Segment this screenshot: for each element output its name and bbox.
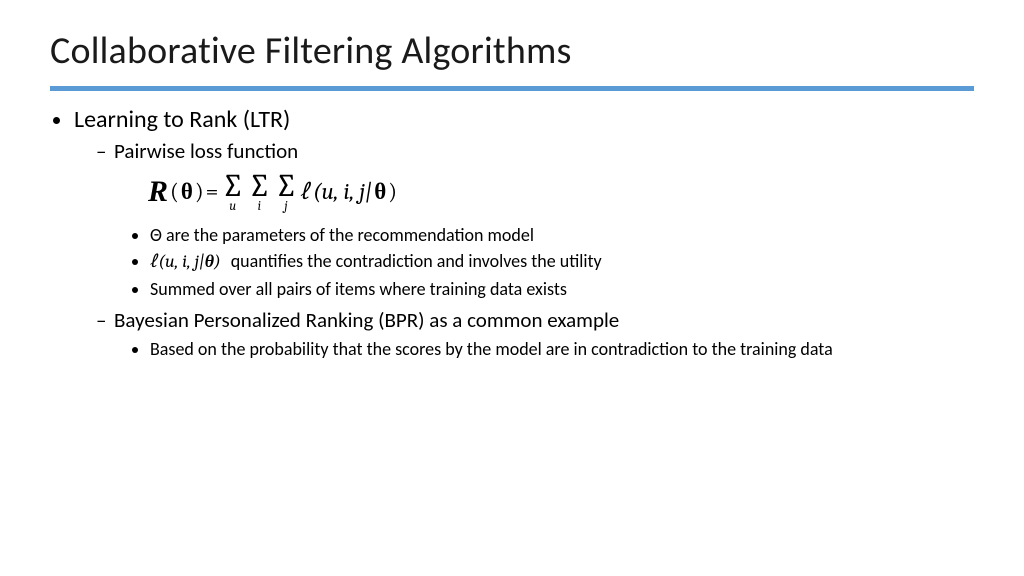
sigma-icon: ∑ bbox=[221, 170, 244, 202]
formula-eq: = bbox=[206, 178, 219, 205]
formula-R: R bbox=[148, 175, 168, 209]
l3a-item-ell-text: quantifies the contradiction and involve… bbox=[231, 250, 602, 272]
formula-args: (u, i, j| bbox=[313, 178, 372, 205]
formula-rparen: ) bbox=[195, 178, 204, 205]
sum-sub-i: i bbox=[258, 200, 261, 213]
l2-label-bpr: Bayesian Personalized Ranking (BPR) as a… bbox=[114, 307, 619, 333]
formula-theta2: θ bbox=[374, 178, 386, 205]
slide-title: Collaborative Filtering Algorithms bbox=[50, 28, 974, 74]
bullet-list-level3b: Based on the probability that the scores… bbox=[114, 337, 974, 361]
l2-item-bpr: Bayesian Personalized Ranking (BPR) as a… bbox=[96, 307, 974, 361]
title-divider bbox=[50, 86, 974, 91]
formula-close: ) bbox=[388, 178, 397, 205]
slide: Collaborative Filtering Algorithms Learn… bbox=[0, 0, 1024, 576]
sum-j: ∑ j bbox=[275, 170, 298, 213]
sum-sub-j: j bbox=[284, 200, 287, 213]
inline-ell-term: ℓ(u, i, j|θ) bbox=[150, 251, 231, 272]
formula-ell: ℓ bbox=[300, 178, 311, 205]
l3b-item-prob: Based on the probability that the scores… bbox=[150, 337, 974, 361]
inline-theta: θ bbox=[205, 251, 214, 272]
l2-item-pairwise: Pairwise loss function R ( θ ) = ∑ u ∑ bbox=[96, 138, 974, 301]
bullet-list-level3a: Θ are the parameters of the recommendati… bbox=[114, 223, 974, 301]
sum-sub-u: u bbox=[229, 200, 236, 213]
formula-theta: θ bbox=[181, 178, 193, 205]
formula-lparen: ( bbox=[170, 178, 179, 205]
sum-u: ∑ u bbox=[221, 170, 244, 213]
sigma-icon: ∑ bbox=[275, 170, 298, 202]
l1-item-label: Learning to Rank (LTR) bbox=[74, 105, 290, 134]
formula-risk: R ( θ ) = ∑ u ∑ i bbox=[148, 170, 974, 213]
l3a-item-params: Θ are the parameters of the recommendati… bbox=[150, 223, 974, 247]
bullet-list-level1: Learning to Rank (LTR) Pairwise loss fun… bbox=[50, 105, 974, 361]
bullet-list-level2: Pairwise loss function R ( θ ) = ∑ u ∑ bbox=[74, 138, 974, 361]
l1-item-ltr: Learning to Rank (LTR) Pairwise loss fun… bbox=[74, 105, 974, 361]
l3a-item-summed: Summed over all pairs of items where tra… bbox=[150, 277, 974, 301]
sigma-icon: ∑ bbox=[248, 170, 271, 202]
l2-label: Pairwise loss function bbox=[114, 138, 298, 164]
sum-i: ∑ i bbox=[248, 170, 271, 213]
l3a-item-ell: ℓ(u, i, j|θ) quantifies the contradictio… bbox=[150, 249, 974, 274]
